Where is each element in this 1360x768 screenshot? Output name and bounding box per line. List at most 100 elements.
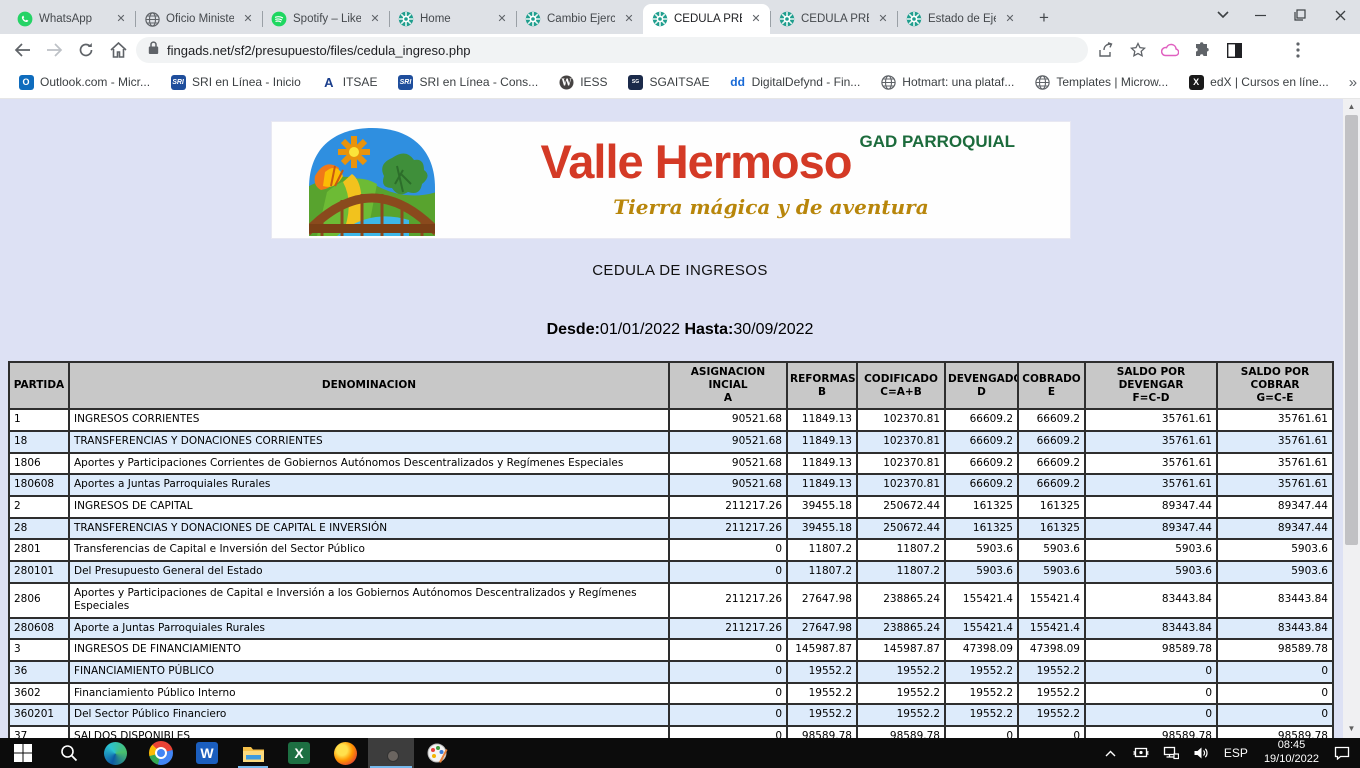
taskbar-edge-icon[interactable] <box>92 738 138 768</box>
bookmark-templates-microw-[interactable]: Templates | Microw... <box>1026 70 1176 94</box>
bookmark-outlook-com-micr-[interactable]: OOutlook.com - Micr... <box>10 70 158 94</box>
bookmark-itsae[interactable]: AITSAE <box>313 70 386 94</box>
new-tab-button[interactable]: + <box>1030 4 1058 32</box>
globe-favicon-icon <box>144 11 160 27</box>
url-text[interactable]: fingads.net/sf2/presupuesto/files/cedula… <box>167 43 471 58</box>
bookmark-sri-en-l-nea-cons-[interactable]: SRISRI en Línea - Cons... <box>389 70 546 94</box>
table-row-1806: 1806Aportes y Participaciones Corrientes… <box>9 453 1333 475</box>
value-cell: 39455.18 <box>787 518 857 540</box>
bookmark-hotmart-una-plataf-[interactable]: Hotmart: una plataf... <box>872 70 1022 94</box>
value-cell: 155421.4 <box>1018 618 1085 640</box>
tray-clock[interactable]: 08:45 19/10/2022 <box>1257 739 1326 767</box>
value-cell: 211217.26 <box>669 518 787 540</box>
tab-title: WhatsApp <box>39 13 107 25</box>
reader-extension-icon[interactable] <box>1220 36 1248 64</box>
taskbar-paint-icon[interactable] <box>414 738 460 768</box>
home-button[interactable] <box>104 36 132 64</box>
taskbar-chrome-icon[interactable] <box>138 738 184 768</box>
table-row-3602: 3602Financiamiento Público Interno019552… <box>9 683 1333 705</box>
table-row-280101: 280101Del Presupuesto General del Estado… <box>9 561 1333 583</box>
lock-icon[interactable] <box>148 41 159 60</box>
table-row-37: 37SALDOS DISPONIBLES098589.7898589.78009… <box>9 726 1333 738</box>
denominacion-cell: TRANSFERENCIAS Y DONACIONES CORRIENTES <box>69 431 669 453</box>
tab-close-icon[interactable]: ✕ <box>367 11 383 27</box>
forward-button[interactable] <box>40 36 68 64</box>
value-cell: 238865.24 <box>857 583 945 618</box>
bookmarks-overflow-chevron[interactable]: » <box>1341 74 1360 91</box>
tab-whatsapp[interactable]: WhatsApp ✕ <box>8 4 135 34</box>
tab-cedula-pres[interactable]: CEDULA PRES✕ <box>770 4 897 34</box>
bookmark-label: edX | Cursos en líne... <box>1210 75 1329 89</box>
value-cell: 89347.44 <box>1085 518 1217 540</box>
tab-close-icon[interactable]: ✕ <box>113 11 129 27</box>
bookmark-digitaldefynd-fin-[interactable]: ddDigitalDefynd - Fin... <box>722 70 869 94</box>
value-cell: 161325 <box>1018 518 1085 540</box>
minimize-button[interactable] <box>1240 0 1280 30</box>
tray-language[interactable]: ESP <box>1217 746 1255 760</box>
tab-close-icon[interactable]: ✕ <box>875 11 891 27</box>
scroll-down-arrow-icon[interactable]: ▼ <box>1343 721 1360 736</box>
value-cell: 250672.44 <box>857 518 945 540</box>
reload-button[interactable] <box>72 36 100 64</box>
value-cell: 35761.61 <box>1085 474 1217 496</box>
extensions-puzzle-icon[interactable] <box>1188 36 1216 64</box>
value-cell: 83443.84 <box>1217 618 1333 640</box>
tray-chevron-up-icon[interactable] <box>1097 738 1125 768</box>
tab-estado-de-eje[interactable]: Estado de Eje✕ <box>897 4 1024 34</box>
tab-spotify-like[interactable]: Spotify – Like✕ <box>262 4 389 34</box>
bookmark-label: Templates | Microw... <box>1056 75 1168 89</box>
value-cell: 211217.26 <box>669 583 787 618</box>
menu-kebab-icon[interactable] <box>1284 36 1312 64</box>
tab-home[interactable]: Home✕ <box>389 4 516 34</box>
tray-network-icon[interactable] <box>1157 738 1185 768</box>
scroll-up-arrow-icon[interactable]: ▲ <box>1343 99 1360 114</box>
tab-cambio-ejerc[interactable]: Cambio Ejerc✕ <box>516 4 643 34</box>
value-cell: 19552.2 <box>945 661 1018 683</box>
taskbar-word-icon[interactable]: W <box>184 738 230 768</box>
tray-cast-icon[interactable] <box>1127 738 1155 768</box>
weather-extension-icon[interactable] <box>1156 36 1184 64</box>
tab-close-icon[interactable]: ✕ <box>621 11 637 27</box>
tab-close-icon[interactable]: ✕ <box>1002 11 1018 27</box>
date-range: Desde:01/01/2022 Hasta:30/09/2022 <box>0 321 1360 339</box>
value-cell: 155421.4 <box>945 583 1018 618</box>
value-cell: 90521.68 <box>669 474 787 496</box>
windows-taskbar: W X ESP 08:45 19/10/2022 <box>0 738 1360 768</box>
column-header-cobrado: COBRADOE <box>1018 362 1085 409</box>
back-button[interactable] <box>8 36 36 64</box>
fingads-favicon-icon <box>906 11 922 27</box>
taskbar-file-explorer-icon[interactable] <box>230 738 276 768</box>
share-icon[interactable] <box>1092 36 1120 64</box>
taskbar-firefox-icon[interactable] <box>322 738 368 768</box>
browser-toolbar: fingads.net/sf2/presupuesto/files/cedula… <box>0 34 1360 66</box>
tab-close-icon[interactable]: ✕ <box>494 11 510 27</box>
value-cell: 5903.6 <box>1018 561 1085 583</box>
close-window-button[interactable] <box>1320 0 1360 30</box>
value-cell: 27647.98 <box>787 618 857 640</box>
tab-oficio-ministe[interactable]: Oficio Ministe✕ <box>135 4 262 34</box>
tray-volume-icon[interactable] <box>1187 738 1215 768</box>
tab-close-icon[interactable]: ✕ <box>748 11 764 27</box>
page-scrollbar[interactable]: ▲ ▼ <box>1343 99 1360 738</box>
address-bar[interactable]: fingads.net/sf2/presupuesto/files/cedula… <box>136 37 1088 63</box>
bookmark-iess[interactable]: WIESS <box>550 70 615 94</box>
sri-bookmark-icon: SRI <box>397 74 413 90</box>
taskbar-start-icon[interactable] <box>0 738 46 768</box>
bookmark-sri-en-l-nea-inicio[interactable]: SRISRI en Línea - Inicio <box>162 70 309 94</box>
tab-cedula-pres[interactable]: CEDULA PRES✕ <box>643 4 770 34</box>
bookmark-star-icon[interactable] <box>1124 36 1152 64</box>
value-cell: 102370.81 <box>857 409 945 431</box>
maximize-button[interactable] <box>1280 0 1320 30</box>
scrollbar-thumb[interactable] <box>1345 115 1358 545</box>
taskbar-chrome-profile-icon[interactable] <box>368 738 414 768</box>
bookmark-edx-cursos-en-l-ne-[interactable]: XedX | Cursos en líne... <box>1180 70 1337 94</box>
taskbar-search-icon[interactable] <box>46 738 92 768</box>
bookmark-sgaitsae[interactable]: SGSGAITSAE <box>620 70 718 94</box>
profile-avatar[interactable] <box>1252 36 1280 64</box>
outlook-bookmark-icon: O <box>18 74 34 90</box>
action-center-icon[interactable] <box>1328 738 1356 768</box>
taskbar-excel-icon[interactable]: X <box>276 738 322 768</box>
value-cell: 0 <box>669 639 787 661</box>
tab-search-chevron-icon[interactable] <box>1206 0 1240 30</box>
tab-close-icon[interactable]: ✕ <box>240 11 256 27</box>
